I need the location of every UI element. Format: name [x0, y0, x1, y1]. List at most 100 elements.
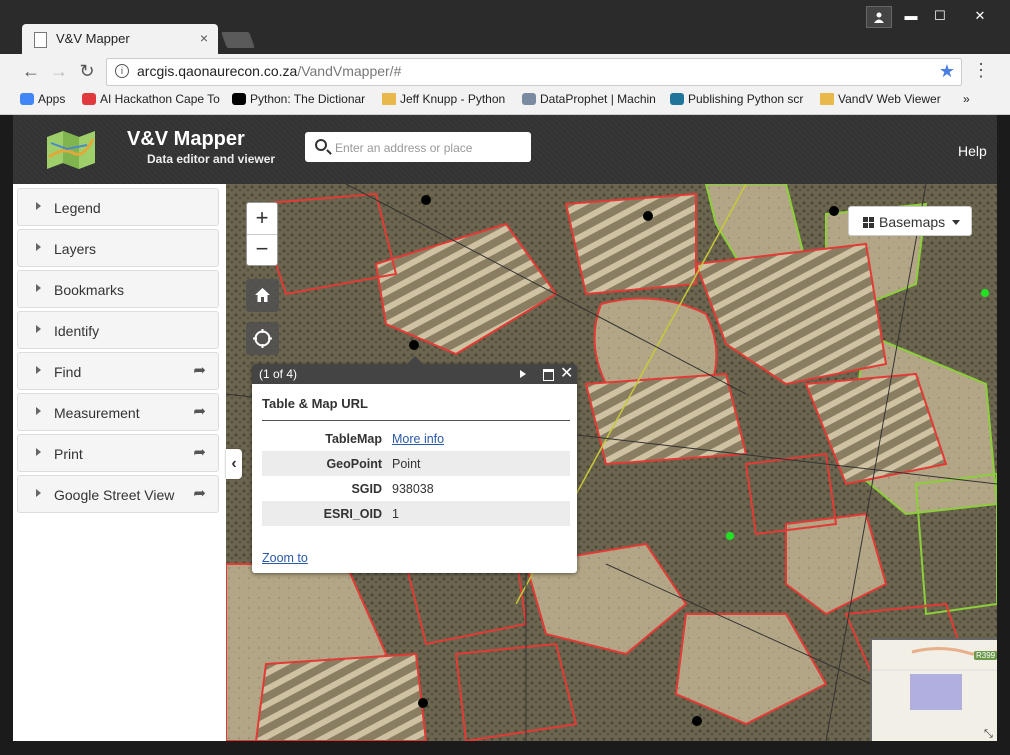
resize-arrow-icon[interactable]: ⤡	[984, 728, 993, 741]
attribute-value-cell: More info	[386, 426, 570, 451]
search-input[interactable]	[333, 137, 527, 159]
sidebar: Legend Layers Bookmarks Identify Find ➦ Measur…	[13, 184, 226, 741]
tab-vv-mapper[interactable]: V&V Mapper ×	[22, 24, 218, 54]
next-feature-icon[interactable]	[520, 370, 526, 378]
more-info-link[interactable]: More info	[392, 432, 444, 446]
apps-grid-icon	[20, 93, 34, 105]
browser-window: V&V Mapper × ▬ ☐ ✕ ← → ↻ i arcgis.qaonau…	[0, 0, 1010, 755]
bookmark-label: Python: The Dictionar	[250, 92, 366, 106]
forward-arrow-icon[interactable]: →	[48, 60, 70, 82]
attribute-name: ESRI_OID	[262, 501, 386, 526]
bookmark-label: Jeff Knupp - Python	[400, 92, 506, 106]
home-icon	[255, 288, 270, 302]
sidebar-item-identify[interactable]: Identify	[17, 311, 219, 349]
popup-count: (1 of 4)	[259, 367, 298, 381]
bookmark-item[interactable]: Publishing Python scr	[670, 92, 803, 106]
help-link[interactable]: Help	[958, 143, 987, 159]
basemaps-label: Basemaps	[879, 214, 946, 230]
back-arrow-icon[interactable]: ←	[20, 60, 42, 82]
bookmark-item[interactable]: DataProphet | Machin	[522, 92, 656, 106]
bookmarks-bar: Apps AI Hackathon Cape To Python: The Dict…	[0, 88, 1010, 115]
address-search[interactable]	[305, 132, 531, 162]
attribute-name: GeoPoint	[262, 451, 386, 476]
overview-extent[interactable]	[910, 674, 962, 710]
dp-logo-icon	[522, 93, 536, 105]
sidebar-item-find[interactable]: Find ➦	[17, 352, 219, 390]
share-arrow-icon[interactable]: ➦	[193, 443, 206, 461]
sidebar-item-print[interactable]: Print ➦	[17, 434, 219, 472]
app-header: V&V Mapper Data editor and viewer Help	[13, 115, 997, 184]
attribute-value: Point	[392, 456, 421, 471]
zoom-in-button[interactable]: +	[247, 203, 277, 235]
attribute-name: TableMap	[325, 431, 382, 446]
locate-button[interactable]	[246, 322, 279, 355]
bookmark-item[interactable]: AI Hackathon Cape To	[82, 92, 220, 106]
basemaps-button[interactable]: Basemaps	[848, 206, 972, 236]
attribute-value-cell: Point	[386, 451, 570, 476]
attribute-value: 1	[392, 506, 399, 521]
tab-close-icon[interactable]: ×	[200, 30, 208, 46]
search-icon[interactable]	[315, 139, 327, 151]
share-arrow-icon[interactable]: ➦	[193, 361, 206, 379]
zoom-out-button[interactable]: −	[247, 234, 277, 265]
chevron-right-icon	[36, 284, 41, 292]
bookmark-item[interactable]: »	[963, 92, 970, 106]
sidebar-item-label: Bookmarks	[54, 282, 125, 298]
sidebar-item-label: Find	[54, 364, 82, 380]
overview-map[interactable]: R399 ⤡	[870, 638, 997, 741]
minimize-button[interactable]: ▬	[898, 6, 924, 26]
chevron-right-icon	[36, 325, 41, 333]
table-row: TableMap More info	[262, 426, 570, 451]
road-label: R399	[974, 651, 997, 660]
address-bar[interactable]: i arcgis.qaonaurecon.co.za/VandVmapper/#…	[106, 58, 962, 86]
sidebar-item-layers[interactable]: Layers	[17, 229, 219, 267]
bolt-icon	[232, 93, 246, 105]
popup-title: Table & Map URL	[262, 396, 368, 411]
sidebar-item-legend[interactable]: Legend	[17, 188, 219, 226]
new-tab-button[interactable]	[221, 32, 255, 48]
info-icon[interactable]: i	[115, 64, 129, 78]
bookmark-item[interactable]: VandV Web Viewer	[820, 92, 941, 106]
app-title: V&V Mapper	[127, 128, 245, 150]
collapse-sidebar-button[interactable]: ‹	[226, 449, 242, 479]
title-bar: V&V Mapper × ▬ ☐ ✕	[0, 0, 1010, 54]
browser-toolbar: ← → ↻ i arcgis.qaonaurecon.co.za/VandVma…	[0, 54, 1010, 89]
table-row: GeoPoint Point	[262, 451, 570, 476]
attribute-table: TableMap More info GeoPoint Point SGID 938038…	[262, 426, 570, 526]
sidebar-item-measurement[interactable]: Measurement ➦	[17, 393, 219, 431]
popup-header: (1 of 4) ✕	[252, 364, 577, 384]
page-icon	[34, 32, 47, 48]
chevron-right-icon	[36, 202, 41, 210]
close-window-button[interactable]: ✕	[957, 6, 1003, 26]
bookmark-label: DataProphet | Machin	[540, 92, 656, 106]
chevron-down-icon	[952, 220, 960, 225]
home-button[interactable]	[246, 279, 279, 312]
bookmark-label: »	[963, 92, 970, 106]
locate-icon	[253, 329, 272, 348]
sidebar-item-label: Layers	[54, 241, 97, 257]
chevron-right-icon	[36, 243, 41, 251]
attribute-value-cell: 938038	[386, 476, 570, 501]
attribute-value-cell: 1	[386, 501, 570, 526]
url-text[interactable]: arcgis.qaonaurecon.co.za/VandVmapper/#	[137, 63, 401, 79]
sidebar-item-bookmarks[interactable]: Bookmarks	[17, 270, 219, 308]
browser-menu-icon[interactable]: ⋮	[972, 60, 990, 81]
close-popup-icon[interactable]: ✕	[560, 364, 573, 384]
reload-icon[interactable]: ↻	[76, 60, 98, 82]
sidebar-item-google-street-view[interactable]: Google Street View ➦	[17, 475, 219, 513]
bookmark-item[interactable]: Apps	[20, 92, 65, 106]
share-arrow-icon[interactable]: ➦	[193, 402, 206, 420]
user-profile-icon[interactable]	[866, 6, 892, 28]
maximize-popup-icon[interactable]	[543, 369, 554, 381]
bookmark-item[interactable]: Python: The Dictionar	[232, 92, 365, 106]
zoom-to-link[interactable]: Zoom to	[262, 551, 308, 565]
bookmark-item[interactable]: Jeff Knupp - Python	[382, 92, 505, 106]
chevron-right-icon	[36, 407, 41, 415]
maximize-button[interactable]: ☐	[927, 6, 953, 26]
meetup-icon	[82, 93, 96, 105]
share-arrow-icon[interactable]: ➦	[193, 484, 206, 502]
tab-title: V&V Mapper	[56, 31, 130, 46]
bookmark-star-icon[interactable]: ★	[939, 61, 955, 82]
grid-icon	[863, 217, 874, 228]
sidebar-item-label: Identify	[54, 323, 100, 339]
